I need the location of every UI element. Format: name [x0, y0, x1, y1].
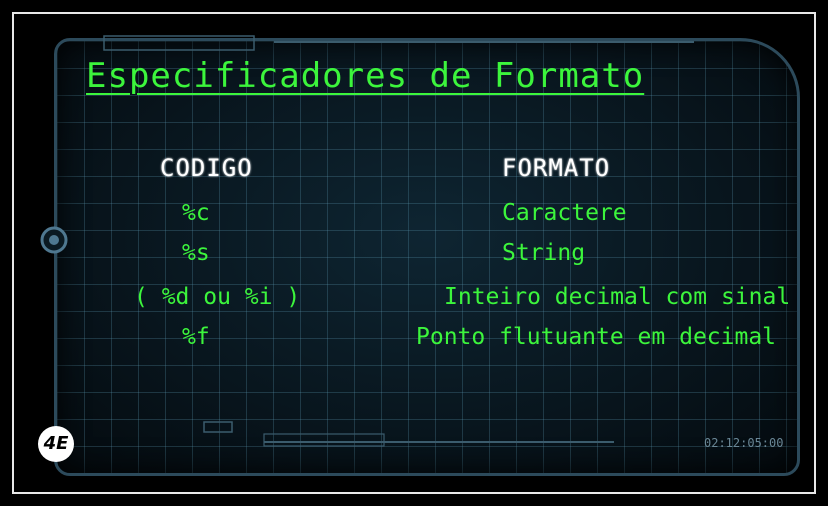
bottom-bar-segment: [203, 421, 233, 433]
brand-logo: 4E: [38, 426, 74, 462]
row-format: Ponto flutuante em decimal: [416, 324, 777, 350]
row-code: %s: [182, 240, 210, 266]
bottom-bar-box: [263, 433, 385, 447]
row-format: String: [502, 240, 586, 266]
row-code: %f: [182, 324, 210, 350]
top-bar-segment: [103, 35, 255, 51]
column-header-format: FORMATO: [502, 154, 611, 182]
slide-frame: Especificadores de Formato CODIGO FORMAT…: [12, 12, 816, 494]
row-format: Caractere: [502, 200, 627, 226]
column-header-code: CODIGO: [160, 154, 253, 182]
row-format: Inteiro decimal com sinal: [444, 284, 791, 310]
hud-clock: 02:12:05:00: [704, 436, 784, 450]
row-code: ( %d ou %i ): [134, 284, 301, 310]
row-code: %c: [182, 200, 210, 226]
side-ring-core: [49, 235, 59, 245]
slide-title: Especificadores de Formato: [86, 56, 645, 96]
